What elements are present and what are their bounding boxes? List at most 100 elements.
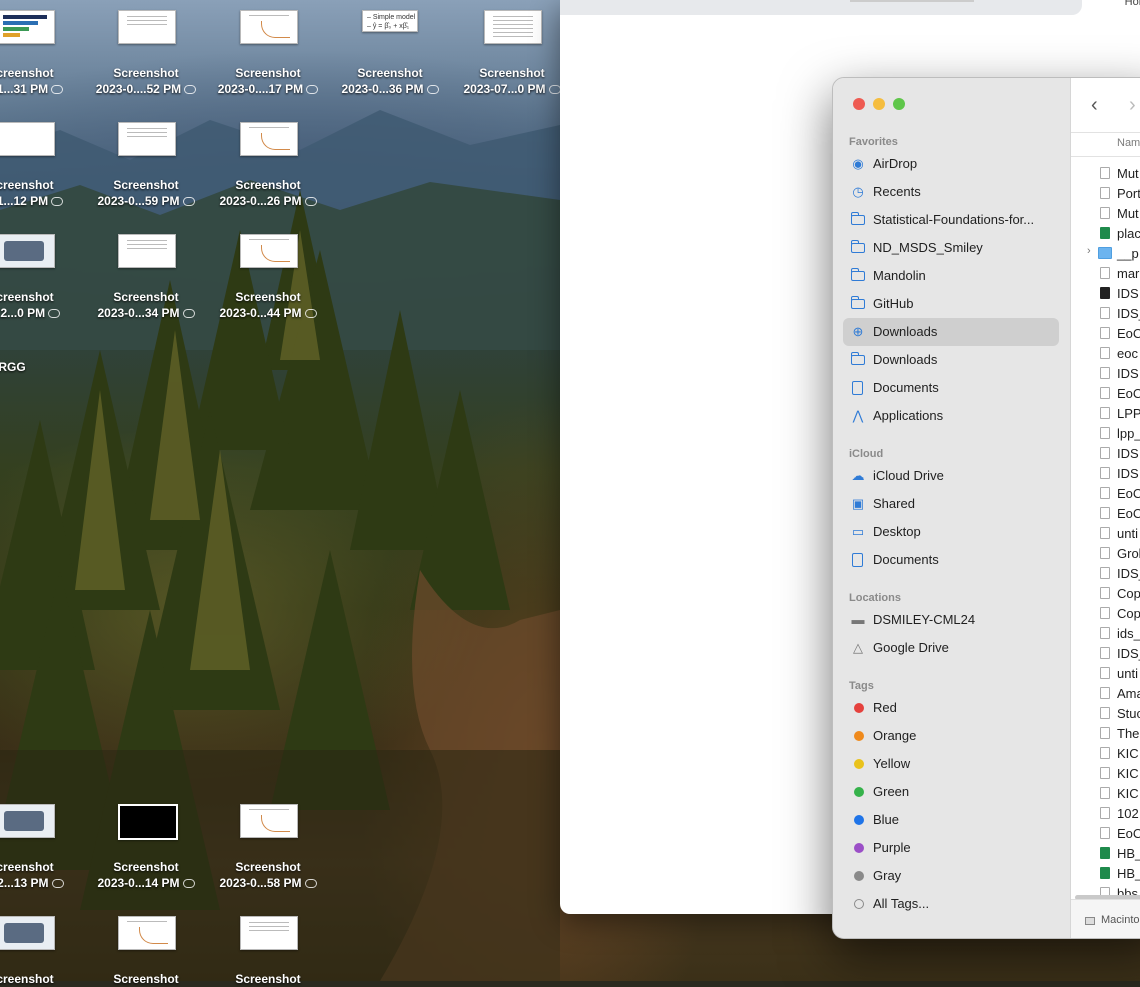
tag-item-orange[interactable]: Orange	[843, 722, 1059, 750]
tag-item-green[interactable]: Green	[843, 778, 1059, 806]
screenshot-file-label[interactable]: Screenshot 2023-0...36 PM	[320, 65, 460, 97]
screenshot-thumbnail[interactable]	[484, 10, 542, 44]
file-list-row[interactable]: EoC	[1071, 324, 1140, 344]
file-list-row[interactable]: unti	[1071, 664, 1140, 684]
screenshot-file-label[interactable]: Screenshot 2023-0...59 PM	[76, 177, 216, 209]
file-list-row[interactable]: KIC	[1071, 784, 1140, 804]
name-column-header[interactable]: Nam	[1071, 132, 1140, 157]
screenshot-thumbnail[interactable]	[240, 122, 298, 156]
path-bar-label[interactable]: Macinto	[1101, 914, 1140, 926]
sidebar-item-mandolin-4[interactable]: Mandolin	[843, 262, 1059, 290]
tag-item-red[interactable]: Red	[843, 694, 1059, 722]
screenshot-thumbnail[interactable]	[118, 234, 176, 268]
screenshot-thumbnail[interactable]	[0, 916, 55, 950]
file-list-row[interactable]: › __p	[1071, 244, 1140, 264]
sidebar-item-nd-msds-smiley-3[interactable]: ND_MSDS_Smiley	[843, 234, 1059, 262]
forward-chevron-icon[interactable]: ›	[1129, 94, 1136, 117]
sidebar-item-icloud-icloud-drive[interactable]: ☁ iCloud Drive	[843, 462, 1059, 490]
screenshot-file-label[interactable]: Screenshot 2023-0...58 PM	[198, 859, 338, 891]
screenshot-thumbnail[interactable]	[118, 10, 176, 44]
file-list-row[interactable]: Port	[1071, 184, 1140, 204]
tag-item-gray[interactable]: Gray	[843, 862, 1059, 890]
file-list-row[interactable]: The	[1071, 724, 1140, 744]
file-list-row[interactable]: mar	[1071, 264, 1140, 284]
sidebar-item-icloud-shared[interactable]: ▣ Shared	[843, 490, 1059, 518]
file-list-row[interactable]: EoC	[1071, 384, 1140, 404]
screenshot-thumbnail[interactable]	[240, 916, 298, 950]
file-list-row[interactable]: EoC	[1071, 504, 1140, 524]
file-list-row[interactable]: LPP	[1071, 404, 1140, 424]
screenshot-thumbnail[interactable]	[240, 804, 298, 838]
screenshot-thumbnail[interactable]	[118, 804, 178, 840]
file-list-row[interactable]: IDS	[1071, 444, 1140, 464]
sidebar-item-github-5[interactable]: GitHub	[843, 290, 1059, 318]
screenshot-thumbnail[interactable]	[240, 10, 298, 44]
file-list-row[interactable]: Grol	[1071, 544, 1140, 564]
sidebar-item-recents-1[interactable]: ◷ Recents	[843, 178, 1059, 206]
file-list-row[interactable]: Ama	[1071, 684, 1140, 704]
screenshot-thumbnail[interactable]	[0, 804, 55, 838]
screenshot-thumbnail[interactable]	[0, 10, 55, 44]
sidebar-item-label: AirDrop	[873, 156, 918, 171]
file-list-row[interactable]: ids_	[1071, 624, 1140, 644]
screenshot-thumbnail[interactable]	[118, 916, 176, 950]
screenshot-file-label[interactable]: Screenshot 2023-0...34 PM	[76, 289, 216, 321]
sidebar-item-statistical-foundations-for-2[interactable]: Statistical-Foundations-for...	[843, 206, 1059, 234]
tag-item-purple[interactable]: Purple	[843, 834, 1059, 862]
file-list-row[interactable]: eoc	[1071, 344, 1140, 364]
sidebar-item-downloads-6[interactable]: ⊕ Downloads	[843, 318, 1059, 346]
sidebar-item-dsmiley-cml24[interactable]: ▬ DSMILEY-CML24	[843, 606, 1059, 634]
finder-window[interactable]: Favorites ◉ AirDrop ◷ Recents Statistical-Fo…	[832, 77, 1140, 939]
desktop-folder-label[interactable]: RGG	[0, 359, 82, 375]
sidebar-item-icloud-desktop[interactable]: ▭ Desktop	[843, 518, 1059, 546]
file-list-row[interactable]: unti	[1071, 524, 1140, 544]
screenshot-thumbnail[interactable]	[0, 122, 55, 156]
sidebar-item-google-drive[interactable]: △ Google Drive	[843, 634, 1059, 662]
file-list-row[interactable]: IDS_	[1071, 304, 1140, 324]
sidebar-item-airdrop-0[interactable]: ◉ AirDrop	[843, 150, 1059, 178]
file-list-row[interactable]: IDS_	[1071, 564, 1140, 584]
file-list-row[interactable]: KIC	[1071, 744, 1140, 764]
sidebar-item-icloud-documents[interactable]: Documents	[843, 546, 1059, 574]
sidebar-item-documents-8[interactable]: Documents	[843, 374, 1059, 402]
screenshot-file-label[interactable]: Screenshot	[76, 971, 216, 987]
back-chevron-icon[interactable]: ‹	[1091, 94, 1098, 117]
file-list-row[interactable]: Mut	[1071, 164, 1140, 184]
file-list-row[interactable]: IDS	[1071, 364, 1140, 384]
file-list-row[interactable]: HB_	[1071, 844, 1140, 864]
tag-item-yellow[interactable]: Yellow	[843, 750, 1059, 778]
sidebar-item-applications-9[interactable]: ⋀ Applications	[843, 402, 1059, 430]
screenshot-thumbnail[interactable]	[240, 234, 298, 268]
file-list-row[interactable]: IDS	[1071, 464, 1140, 484]
screenshot-thumbnail[interactable]	[0, 234, 55, 268]
disclosure-chevron-icon[interactable]: ›	[1087, 245, 1091, 257]
file-list-row[interactable]: EoC	[1071, 824, 1140, 844]
file-list-row[interactable]: KIC	[1071, 764, 1140, 784]
screenshot-thumbnail[interactable]: – Simple model – ŷ = β̂₀ + xβ̂₁	[362, 10, 418, 32]
screenshot-thumbnail[interactable]	[118, 122, 176, 156]
close-window-button[interactable]	[853, 98, 865, 110]
file-list-row[interactable]: Stuc	[1071, 704, 1140, 724]
file-list-row[interactable]: HB_	[1071, 864, 1140, 884]
screenshot-file-label[interactable]: Screenshot 2023-0...44 PM	[198, 289, 338, 321]
file-list-row[interactable]: IDS_	[1071, 644, 1140, 664]
file-list-row[interactable]: Cop	[1071, 604, 1140, 624]
file-list-row[interactable]: IDS	[1071, 284, 1140, 304]
file-list-row[interactable]: Mut	[1071, 204, 1140, 224]
screenshot-file-label[interactable]: Screenshot 2023-0....17 PM	[198, 65, 338, 97]
file-list-row[interactable]: plac	[1071, 224, 1140, 244]
screenshot-file-label[interactable]: Screenshot 2023-0...26 PM	[198, 177, 338, 209]
thumbnail-text-line	[127, 240, 167, 241]
tag-item-all-tags[interactable]: All Tags...	[843, 890, 1059, 918]
minimize-window-button[interactable]	[873, 98, 885, 110]
screenshot-file-label[interactable]: Screenshot 2023-0...14 PM	[76, 859, 216, 891]
zoom-window-button[interactable]	[893, 98, 905, 110]
file-list-row[interactable]: Cop	[1071, 584, 1140, 604]
tag-item-blue[interactable]: Blue	[843, 806, 1059, 834]
sidebar-item-downloads-7[interactable]: Downloads	[843, 346, 1059, 374]
screenshot-file-label[interactable]: Screenshot 2023-0....52 PM	[76, 65, 216, 97]
file-list-row[interactable]: 102	[1071, 804, 1140, 824]
file-list-row[interactable]: EoC	[1071, 484, 1140, 504]
file-list-row[interactable]: lpp_	[1071, 424, 1140, 444]
screenshot-file-label[interactable]: Screenshot	[198, 971, 338, 987]
